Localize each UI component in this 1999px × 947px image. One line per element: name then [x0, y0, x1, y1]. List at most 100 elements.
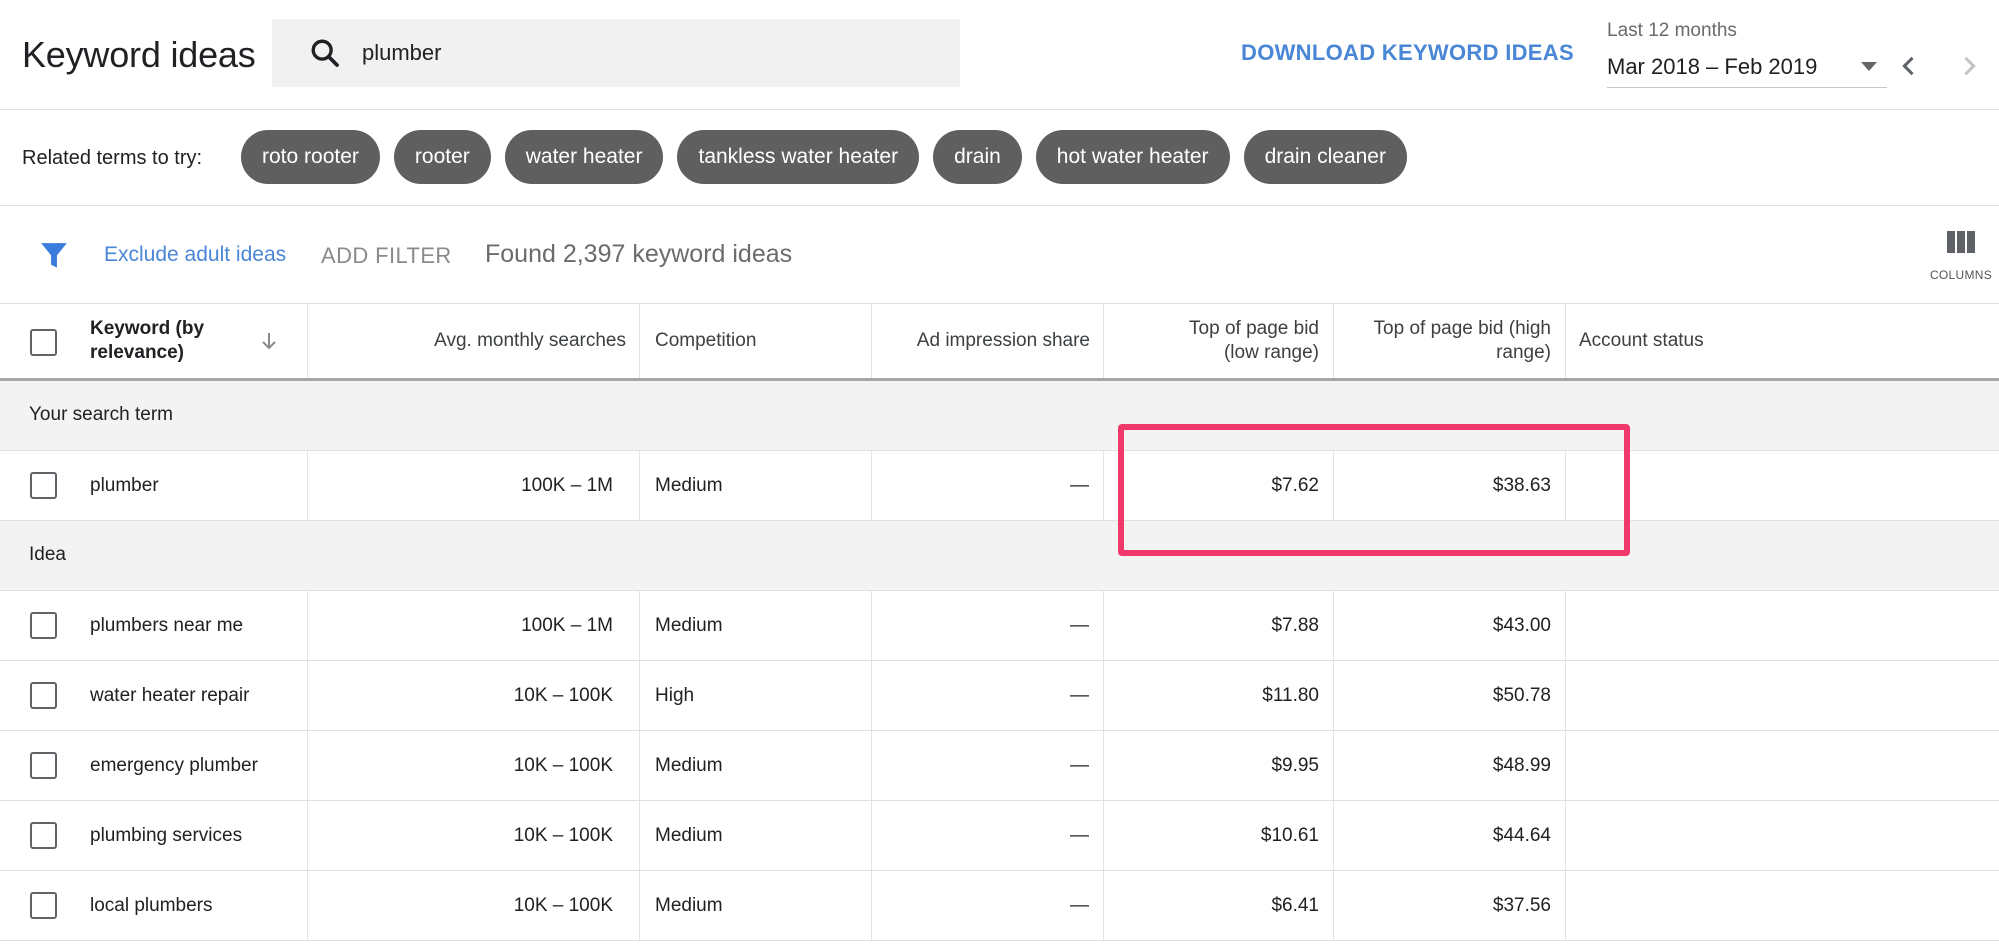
- bid-high-cell: $43.00: [1334, 591, 1566, 660]
- keyword-cell: plumber: [90, 451, 308, 520]
- date-range-value: Mar 2018 – Feb 2019: [1607, 54, 1818, 79]
- table-row[interactable]: water heater repair 10K – 100K High — $1…: [0, 661, 1999, 731]
- competition-cell: Medium: [640, 451, 872, 520]
- group-row-search-term: Your search term: [0, 381, 1999, 451]
- competition-cell: Medium: [640, 871, 872, 940]
- table-header: Keyword (by relevance) Avg. monthly sear…: [0, 304, 1999, 381]
- ad-impression-cell: —: [872, 591, 1104, 660]
- row-select-cell: [0, 661, 90, 730]
- table-row[interactable]: plumber 100K – 1M Medium — $7.62 $38.63: [0, 451, 1999, 521]
- page-title: Keyword ideas: [22, 34, 256, 75]
- competition-cell: Medium: [640, 801, 872, 870]
- header-select-cell: [0, 304, 90, 378]
- column-header-ad-impression-share[interactable]: Ad impression share: [872, 304, 1104, 378]
- avg-searches-cell: 10K – 100K: [308, 801, 640, 870]
- group-label: Your search term: [29, 404, 173, 425]
- bid-low-cell: $10.61: [1104, 801, 1334, 870]
- related-terms-chips: roto rooter rooter water heater tankless…: [241, 130, 1407, 184]
- chip-hot-water-heater[interactable]: hot water heater: [1035, 130, 1230, 184]
- keyword-cell: local plumbers: [90, 871, 308, 940]
- add-filter-button[interactable]: ADD FILTER: [321, 243, 452, 269]
- ad-impression-cell: —: [872, 731, 1104, 800]
- chip-water-heater[interactable]: water heater: [504, 130, 664, 184]
- table-row[interactable]: plumbing services 10K – 100K Medium — $1…: [0, 801, 1999, 871]
- filter-icon[interactable]: [40, 240, 68, 272]
- download-keyword-ideas-button[interactable]: DOWNLOAD KEYWORD IDEAS: [1241, 40, 1574, 66]
- columns-button[interactable]: COLUMNS: [1928, 231, 1994, 291]
- columns-icon: [1947, 231, 1975, 253]
- competition-cell: High: [640, 661, 872, 730]
- avg-searches-cell: 10K – 100K: [308, 661, 640, 730]
- date-range-select[interactable]: Mar 2018 – Feb 2019: [1607, 48, 1887, 88]
- competition-cell: Medium: [640, 731, 872, 800]
- select-all-checkbox[interactable]: [30, 329, 57, 356]
- row-select-cell: [0, 731, 90, 800]
- chip-drain[interactable]: drain: [933, 130, 1022, 184]
- top-bar: Keyword ideas DOWNLOAD KEYWORD IDEAS Las…: [0, 0, 1999, 110]
- row-checkbox[interactable]: [30, 892, 57, 919]
- row-select-cell: [0, 801, 90, 870]
- chip-rooter[interactable]: rooter: [393, 130, 491, 184]
- account-status-cell: [1566, 731, 1999, 800]
- keyword-cell: water heater repair: [90, 661, 308, 730]
- row-select-cell: [0, 451, 90, 520]
- row-checkbox[interactable]: [30, 682, 57, 709]
- column-header-bid-high[interactable]: Top of page bid (high range): [1334, 304, 1566, 378]
- related-terms-bar: Related terms to try: roto rooter rooter…: [0, 110, 1999, 206]
- account-status-cell: [1566, 451, 1999, 520]
- avg-searches-cell: 100K – 1M: [308, 591, 640, 660]
- bid-high-cell: $50.78: [1334, 661, 1566, 730]
- chip-roto-rooter[interactable]: roto rooter: [241, 130, 380, 184]
- competition-cell: Medium: [640, 591, 872, 660]
- bid-low-cell: $11.80: [1104, 661, 1334, 730]
- bid-high-cell: $44.64: [1334, 801, 1566, 870]
- keyword-cell: plumbers near me: [90, 591, 308, 660]
- search-input[interactable]: [362, 31, 922, 75]
- column-header-bid-low[interactable]: Top of page bid (low range): [1104, 304, 1334, 378]
- results-count: Found 2,397 keyword ideas: [485, 240, 793, 268]
- column-header-avg-monthly-searches[interactable]: Avg. monthly searches: [308, 304, 640, 378]
- account-status-cell: [1566, 801, 1999, 870]
- bid-low-cell: $7.88: [1104, 591, 1334, 660]
- row-select-cell: [0, 871, 90, 940]
- account-status-cell: [1566, 591, 1999, 660]
- column-header-keyword[interactable]: Keyword (by relevance): [90, 304, 308, 378]
- avg-searches-cell: 100K – 1M: [308, 451, 640, 520]
- table-row[interactable]: local plumbers 10K – 100K Medium — $6.41…: [0, 871, 1999, 941]
- keyword-cell: plumbing services: [90, 801, 308, 870]
- exclude-adult-ideas-filter[interactable]: Exclude adult ideas: [104, 243, 286, 267]
- row-select-cell: [0, 591, 90, 660]
- avg-searches-cell: 10K – 100K: [308, 731, 640, 800]
- chip-tankless-water-heater[interactable]: tankless water heater: [677, 130, 920, 184]
- row-checkbox[interactable]: [30, 472, 57, 499]
- bid-low-cell: $7.62: [1104, 451, 1334, 520]
- chevron-left-icon[interactable]: [1895, 50, 1923, 82]
- ad-impression-cell: —: [872, 871, 1104, 940]
- filter-bar: Exclude adult ideas ADD FILTER Found 2,3…: [0, 206, 1999, 304]
- bid-high-cell: $38.63: [1334, 451, 1566, 520]
- row-checkbox[interactable]: [30, 612, 57, 639]
- columns-label: COLUMNS: [1929, 268, 1993, 282]
- search-box[interactable]: [272, 19, 960, 87]
- bid-low-cell: $6.41: [1104, 871, 1334, 940]
- column-header-account-status[interactable]: Account status: [1566, 304, 1999, 378]
- caret-down-icon: [1861, 62, 1877, 71]
- column-header-competition[interactable]: Competition: [640, 304, 872, 378]
- bid-high-cell: $48.99: [1334, 731, 1566, 800]
- date-range-label: Last 12 months: [1607, 20, 1737, 41]
- row-checkbox[interactable]: [30, 822, 57, 849]
- table-row[interactable]: plumbers near me 100K – 1M Medium — $7.8…: [0, 591, 1999, 661]
- ad-impression-cell: —: [872, 451, 1104, 520]
- table-row[interactable]: emergency plumber 10K – 100K Medium — $9…: [0, 731, 1999, 801]
- group-label: Idea: [29, 544, 66, 565]
- chevron-right-icon[interactable]: [1955, 50, 1983, 82]
- account-status-cell: [1566, 871, 1999, 940]
- ad-impression-cell: —: [872, 801, 1104, 870]
- search-icon: [311, 39, 339, 67]
- keyword-cell: emergency plumber: [90, 731, 308, 800]
- bid-low-cell: $9.95: [1104, 731, 1334, 800]
- account-status-cell: [1566, 661, 1999, 730]
- chip-drain-cleaner[interactable]: drain cleaner: [1243, 130, 1407, 184]
- row-checkbox[interactable]: [30, 752, 57, 779]
- bid-high-cell: $37.56: [1334, 871, 1566, 940]
